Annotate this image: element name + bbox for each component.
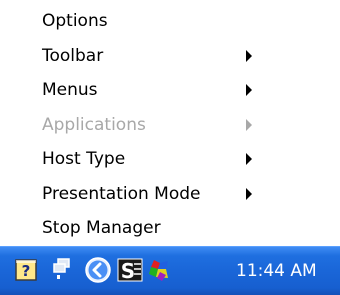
screenshot: Options Toolbar Menus Applications Host … <box>0 0 340 295</box>
svg-text:S: S <box>121 259 135 283</box>
menu-item-label: Presentation Mode <box>42 183 201 204</box>
menu-item-host-type[interactable]: Host Type <box>0 142 340 177</box>
menu-item-menus[interactable]: Menus <box>0 73 340 108</box>
s-app-icon[interactable]: S <box>116 256 144 284</box>
menu-item-label: Menus <box>42 80 98 101</box>
puzzle-app-icon[interactable] <box>146 256 174 284</box>
submenu-arrow-icon <box>246 153 252 166</box>
menu-item-stop-manager[interactable]: Stop Manager <box>0 211 340 246</box>
menu-item-presentation-mode[interactable]: Presentation Mode <box>0 177 340 212</box>
menu-item-toolbar[interactable]: Toolbar <box>0 39 340 74</box>
menu-item-options[interactable]: Options <box>0 4 340 39</box>
network-monitor-icon[interactable] <box>48 256 76 284</box>
menu-item-label: Stop Manager <box>42 218 161 239</box>
menu-item-label: Applications <box>42 114 146 135</box>
submenu-arrow-icon <box>246 84 252 97</box>
system-tray: ? S 11:44 AM <box>0 246 340 295</box>
submenu-arrow-icon <box>246 49 252 62</box>
clock[interactable]: 11:44 AM <box>236 247 317 295</box>
back-arrow-icon[interactable] <box>84 256 112 284</box>
menu-item-applications: Applications <box>0 108 340 143</box>
submenu-arrow-icon <box>246 118 252 131</box>
menu-item-label: Host Type <box>42 149 126 170</box>
help-icon[interactable]: ? <box>12 256 40 284</box>
context-menu: Options Toolbar Menus Applications Host … <box>0 4 340 246</box>
menu-item-label: Options <box>42 11 108 32</box>
submenu-arrow-icon <box>246 187 252 200</box>
menu-item-label: Toolbar <box>42 45 104 66</box>
svg-text:?: ? <box>22 262 31 280</box>
